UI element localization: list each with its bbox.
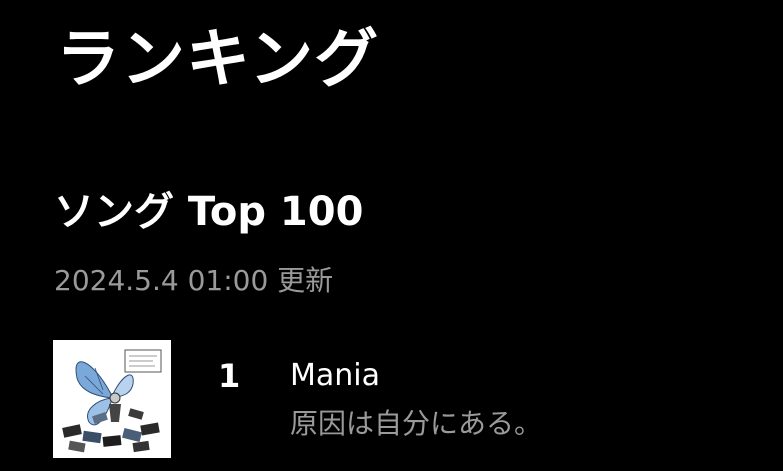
section-title[interactable]: ソング Top 100 (54, 186, 363, 238)
album-artwork-image (53, 340, 171, 458)
rank-number: 1 (218, 357, 241, 395)
page-title: ランキング (56, 23, 380, 97)
song-title[interactable]: Mania (290, 356, 380, 396)
ranking-row[interactable]: 1 Mania 原因は自分にある。 (0, 338, 783, 471)
updated-timestamp: 2024.5.4 01:00 更新 (54, 264, 334, 297)
song-artist[interactable]: 原因は自分にある。 (290, 405, 542, 443)
album-artwork[interactable] (53, 340, 171, 458)
